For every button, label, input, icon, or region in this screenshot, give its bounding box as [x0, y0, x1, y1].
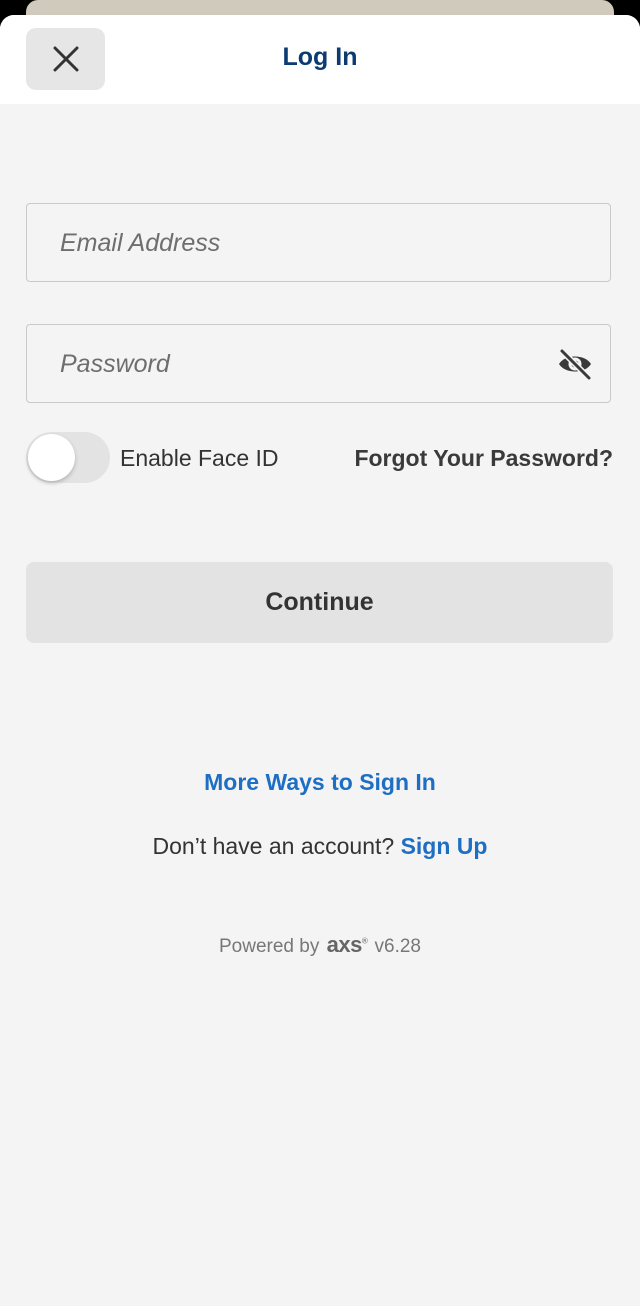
toggle-knob — [28, 434, 75, 481]
login-sheet: Log In Enable Face ID Forgot Your Passwo… — [0, 15, 640, 1306]
powered-by-text: Powered by — [218, 936, 320, 957]
email-input[interactable] — [58, 204, 542, 283]
password-input[interactable] — [58, 325, 542, 404]
header-bar: Log In — [0, 15, 640, 104]
eye-slash-icon[interactable] — [556, 347, 594, 381]
version-text: v6.28 — [374, 936, 421, 957]
continue-button[interactable]: Continue — [26, 562, 613, 643]
powered-by-footer: Powered by axs® v6.28 — [0, 932, 640, 958]
no-account-text: Don’t have an account? — [152, 833, 395, 859]
sign-up-link[interactable]: Sign Up — [401, 833, 488, 859]
email-field[interactable] — [26, 203, 611, 283]
password-field[interactable] — [26, 324, 611, 404]
more-ways-container: More Ways to Sign In — [0, 769, 640, 796]
axs-logo: axs® — [326, 932, 368, 957]
forgot-password-link[interactable]: Forgot Your Password? — [354, 445, 613, 472]
signup-row: Don’t have an account? Sign Up — [0, 833, 640, 860]
face-id-label: Enable Face ID — [120, 445, 279, 471]
more-ways-link[interactable]: More Ways to Sign In — [204, 769, 436, 795]
face-id-toggle[interactable] — [26, 432, 110, 483]
page-title: Log In — [282, 43, 358, 71]
